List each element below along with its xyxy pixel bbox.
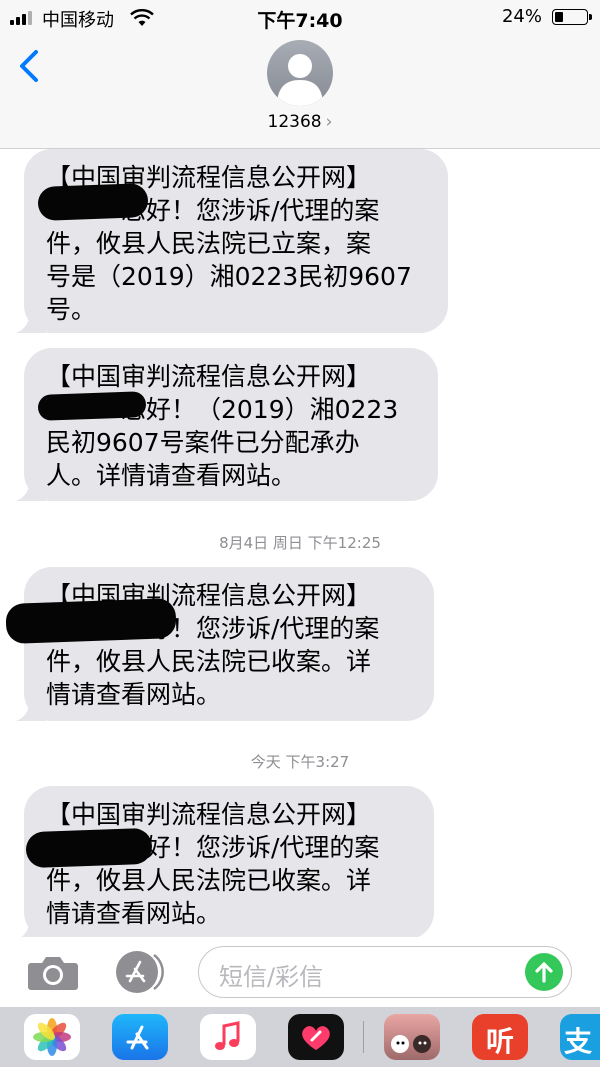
message-text: 【中国审判流程信息公开网】 您好！您涉诉/代理的案 件，攸县人民法院已收案。详 … <box>46 581 380 709</box>
timestamp: 今天 下午3:27 <box>250 753 350 771</box>
camera-icon[interactable] <box>27 953 79 991</box>
contact-name[interactable]: 12368 › <box>0 112 600 132</box>
message-bubble[interactable]: 【中国审判流程信息公开网】 您好！您涉诉/代理的案 件，攸县人民法院已收案。详 … <box>21 786 434 937</box>
message-bubble[interactable]: 【中国审判流程信息公开网】 您好！您涉诉/代理的案 件，攸县人民法院已收案。详 … <box>5 567 434 721</box>
message-text: 【中国审判流程信息公开网】 您好！（2019）湘0223 民初9607号案件已分… <box>46 362 399 490</box>
redaction-mark <box>25 827 153 869</box>
imessage-app-drawer: 听 支 <box>0 1007 600 1067</box>
message-thread[interactable]: 【中国审判流程信息公开网】 您好！您涉诉/代理的案 件，攸县人民法院已立案，案 … <box>0 149 600 937</box>
redaction-mark <box>37 391 147 421</box>
bubble-tail <box>16 471 46 501</box>
tray-divider <box>363 1021 364 1053</box>
alipay-label: 支 <box>564 1025 593 1058</box>
back-chevron-icon[interactable] <box>14 46 44 86</box>
status-bar: 中国移动 下午7:40 24% <box>0 0 600 34</box>
app-store-icon[interactable] <box>112 1014 168 1060</box>
ting-app-icon[interactable]: 听 <box>472 1014 528 1060</box>
battery-icon <box>552 9 592 25</box>
redaction-mark <box>5 598 177 644</box>
arrow-up-icon <box>535 962 553 983</box>
alipay-icon[interactable]: 支 <box>560 1014 600 1060</box>
bubble-tail <box>16 303 46 333</box>
bubble-tail <box>16 691 46 721</box>
app-store-button-icon[interactable] <box>113 949 165 995</box>
bubble-tail <box>21 910 46 937</box>
redaction-mark <box>37 183 149 221</box>
composer-bar: 短信/彩信 <box>0 937 600 1007</box>
message-input-placeholder: 短信/彩信 <box>219 963 324 991</box>
chevron-right-icon: › <box>325 112 333 132</box>
conversation-header: 12368 › <box>0 34 600 149</box>
sticker-app-icon[interactable] <box>384 1014 440 1060</box>
photos-icon[interactable] <box>24 1014 80 1060</box>
battery-percentage: 24% <box>501 6 542 27</box>
contact-avatar[interactable] <box>267 40 333 106</box>
message-bubble[interactable]: 【中国审判流程信息公开网】 您好！（2019）湘0223 民初9607号案件已分… <box>16 348 438 501</box>
person-silhouette-icon <box>277 54 323 106</box>
ting-app-label: 听 <box>485 1025 514 1058</box>
timestamp: 8月4日 周日 下午12:25 <box>219 534 381 552</box>
music-icon[interactable] <box>200 1014 256 1060</box>
contact-number: 12368 <box>267 112 322 132</box>
send-button[interactable] <box>525 953 563 991</box>
message-input[interactable]: 短信/彩信 <box>198 946 572 998</box>
digital-touch-icon[interactable] <box>288 1014 344 1060</box>
message-bubble[interactable]: 【中国审判流程信息公开网】 您好！您涉诉/代理的案 件，攸县人民法院已立案，案 … <box>16 149 448 333</box>
